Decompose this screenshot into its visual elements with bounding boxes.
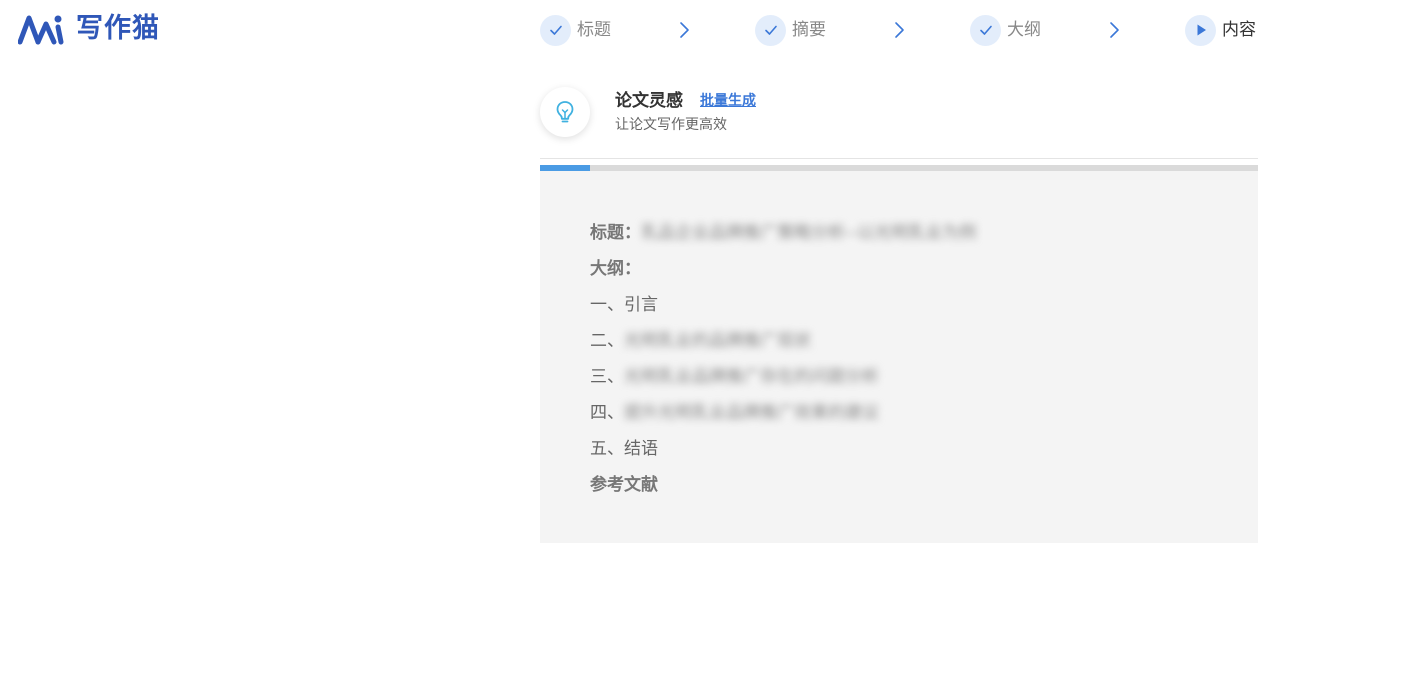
outline-label: 大纲： bbox=[590, 259, 641, 279]
outline-heading: 大纲： bbox=[590, 257, 641, 281]
outline-item: 一、引言 bbox=[590, 293, 658, 317]
divider bbox=[540, 158, 1258, 159]
inspiration-header: 论文灵感 批量生成 让论文写作更高效 bbox=[540, 85, 1258, 145]
step-outline[interactable]: 大纲 bbox=[970, 14, 1041, 46]
app-logo[interactable]: 写作猫 bbox=[18, 12, 160, 46]
outline-item-prefix: 五、 bbox=[590, 439, 624, 459]
step-label: 标题 bbox=[577, 20, 611, 40]
outline-item-prefix: 三、 bbox=[590, 367, 624, 387]
header-title: 论文灵感 bbox=[615, 91, 683, 111]
paper-title-value: 乳品企业品牌推广策略分析--以光明乳业为例 bbox=[641, 223, 977, 243]
outline-item-prefix: 四、 bbox=[590, 403, 624, 423]
content-panel: 标题：乳品企业品牌推广策略分析--以光明乳业为例 大纲： 一、引言 二、光明乳业… bbox=[540, 171, 1258, 543]
outline-item-prefix: 二、 bbox=[590, 331, 624, 351]
chevron-right-icon bbox=[675, 21, 693, 39]
lightbulb-icon bbox=[540, 87, 590, 137]
logo-text: 写作猫 bbox=[76, 13, 160, 44]
chevron-right-icon bbox=[890, 21, 908, 39]
step-label: 摘要 bbox=[792, 20, 826, 40]
logo-mark-icon bbox=[18, 15, 64, 45]
check-icon bbox=[970, 14, 1001, 46]
outline-item: 五、结语 bbox=[590, 437, 658, 461]
outline-item-text: 结语 bbox=[624, 439, 658, 459]
outline-item-prefix: 一、 bbox=[590, 295, 624, 315]
references-heading: 参考文献 bbox=[590, 473, 658, 497]
outline-item-text: 提升光明乳业品牌推广效果的建议 bbox=[624, 403, 879, 423]
outline-item-text: 光明乳业品牌推广存在的问题分析 bbox=[624, 367, 879, 387]
outline-item-text: 引言 bbox=[624, 295, 658, 315]
batch-generate-link[interactable]: 批量生成 bbox=[700, 92, 756, 110]
references-label: 参考文献 bbox=[590, 475, 658, 495]
outline-item: 四、提升光明乳业品牌推广效果的建议 bbox=[590, 401, 879, 425]
step-label: 大纲 bbox=[1007, 20, 1041, 40]
step-abstract[interactable]: 摘要 bbox=[755, 14, 826, 46]
title-label: 标题： bbox=[590, 223, 641, 243]
progress-stepper: 标题 摘要 大纲 内容 bbox=[540, 14, 1260, 48]
outline-item: 二、光明乳业的品牌推广现状 bbox=[590, 329, 811, 353]
header-subtitle: 让论文写作更高效 bbox=[615, 117, 727, 133]
check-icon bbox=[540, 14, 571, 46]
step-title[interactable]: 标题 bbox=[540, 14, 611, 46]
step-content[interactable]: 内容 bbox=[1185, 14, 1256, 46]
outline-item-text: 光明乳业的品牌推广现状 bbox=[624, 331, 811, 351]
step-label: 内容 bbox=[1222, 20, 1256, 40]
chevron-right-icon bbox=[1105, 21, 1123, 39]
play-icon bbox=[1185, 14, 1216, 46]
check-icon bbox=[755, 14, 786, 46]
paper-title-line: 标题：乳品企业品牌推广策略分析--以光明乳业为例 bbox=[590, 221, 976, 245]
outline-item: 三、光明乳业品牌推广存在的问题分析 bbox=[590, 365, 879, 389]
